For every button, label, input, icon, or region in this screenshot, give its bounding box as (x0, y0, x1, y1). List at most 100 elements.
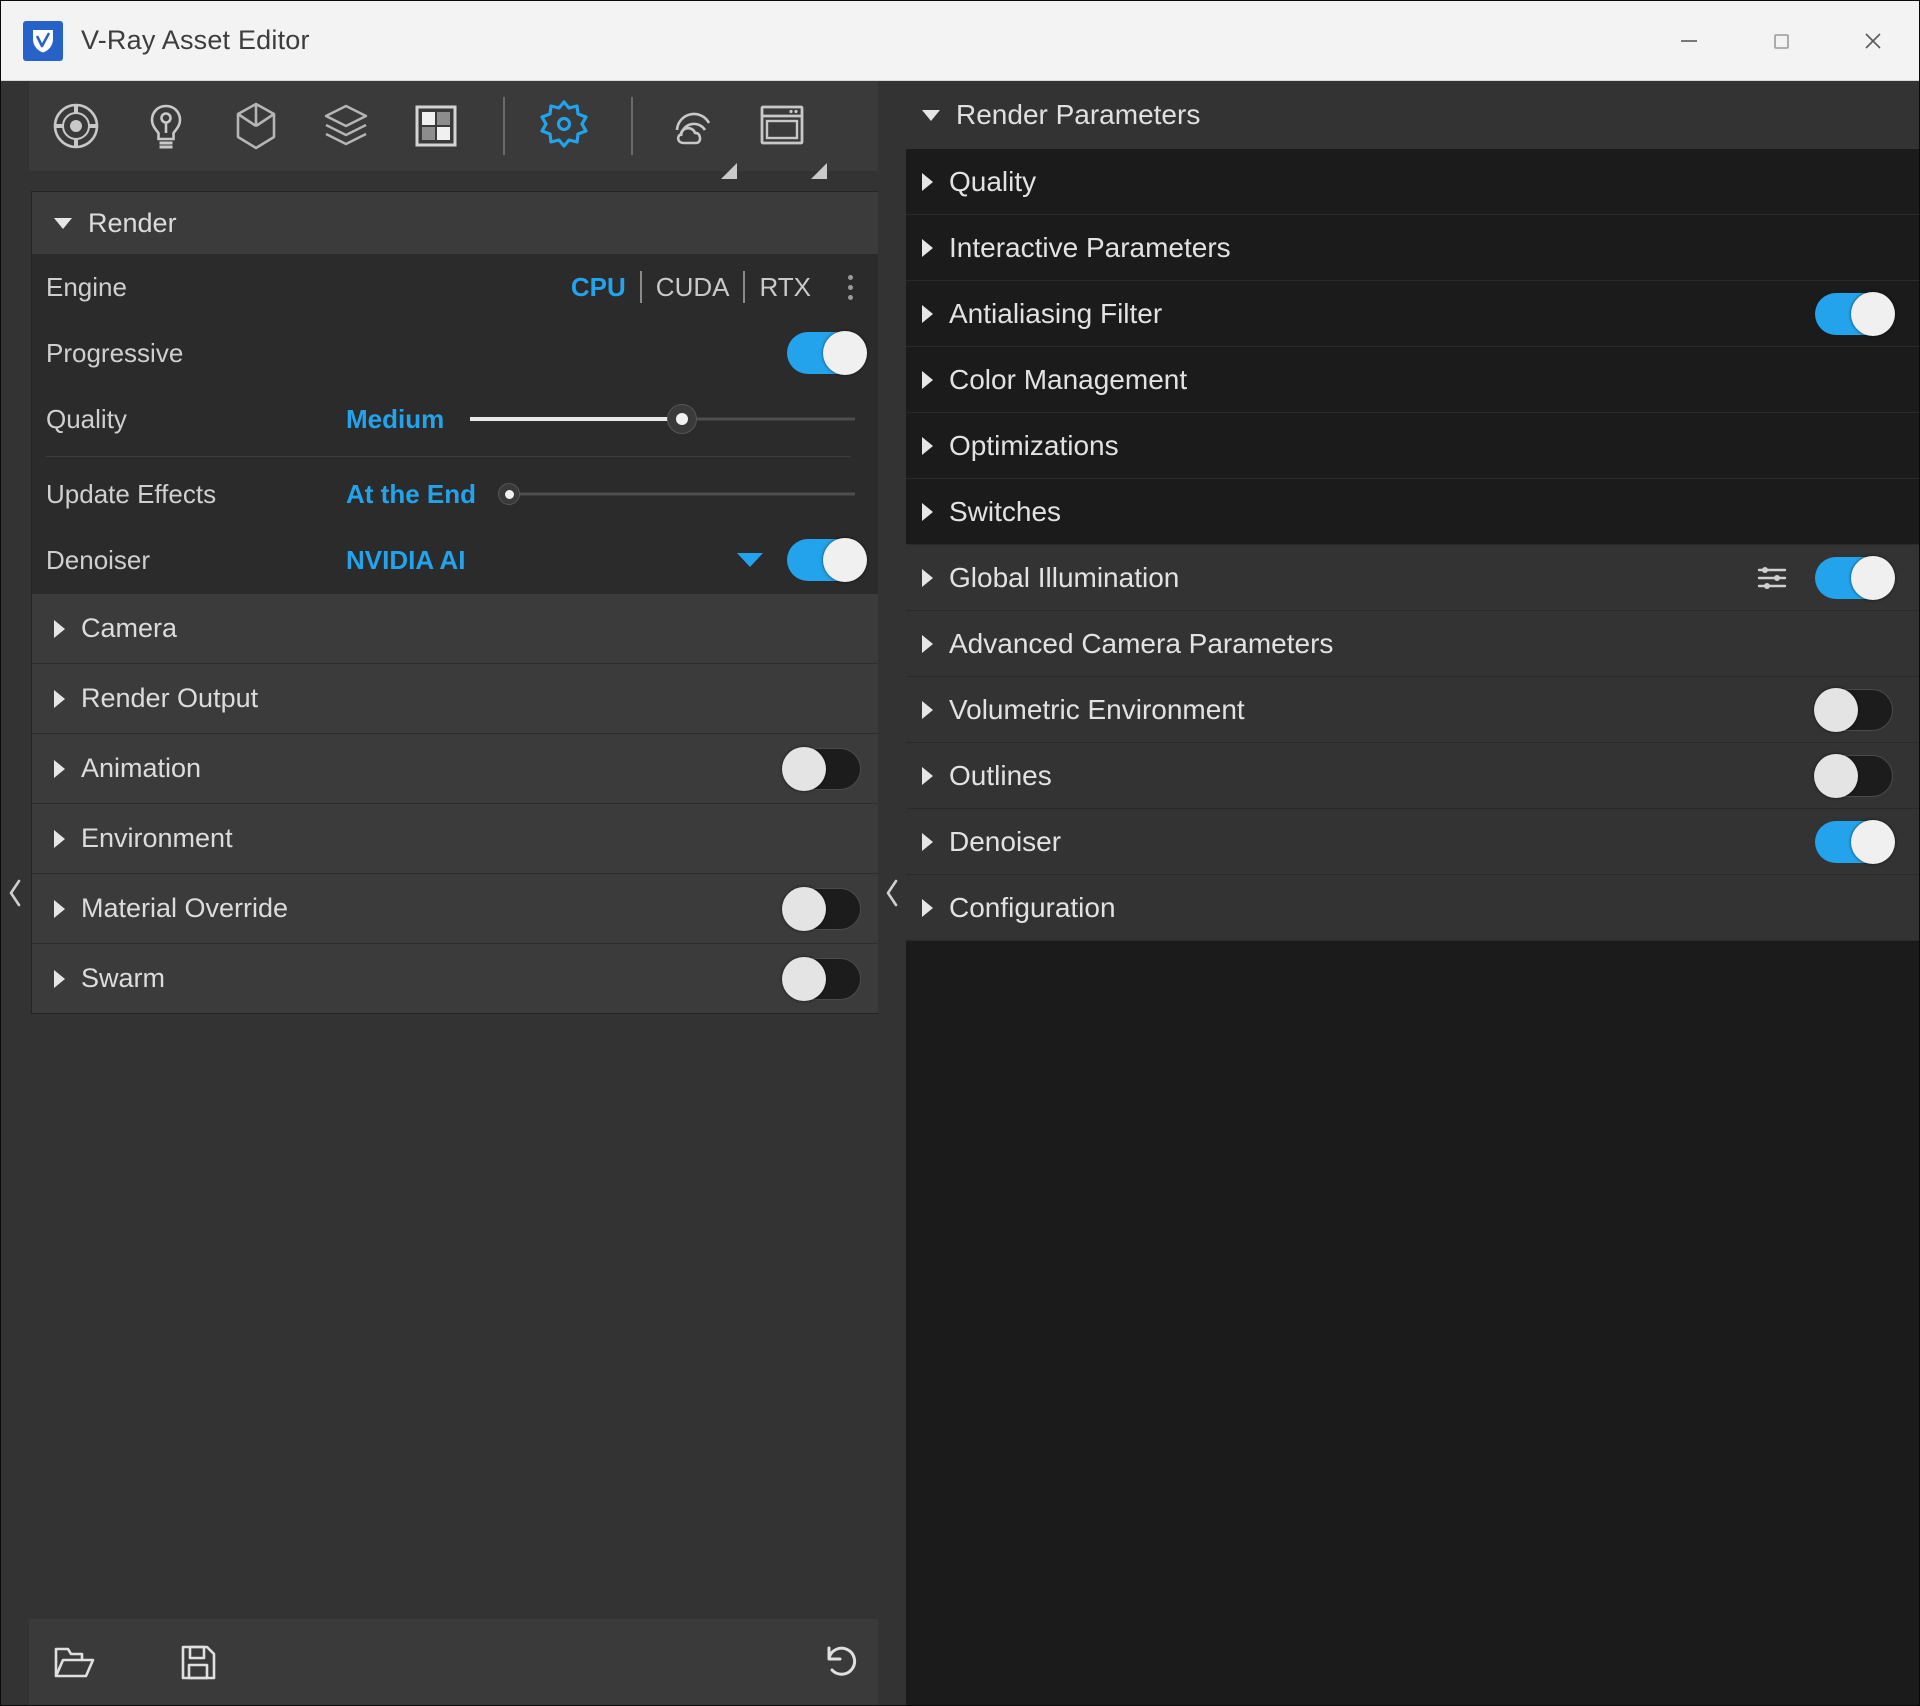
rp-section-configuration[interactable]: Configuration (906, 875, 1919, 941)
section-animation[interactable]: Animation (32, 733, 883, 803)
vray-logo-icon (23, 20, 63, 61)
progressive-label: Progressive (46, 337, 184, 368)
divider (46, 456, 851, 457)
rp-section-volumetric-environment[interactable]: Volumetric Environment (906, 677, 1919, 743)
engine-option-rtx[interactable]: RTX (745, 272, 825, 303)
chevron-right-icon (922, 832, 933, 851)
update-effects-value: At the End (346, 478, 476, 509)
rp-section-global-illumination[interactable]: Global Illumination (906, 545, 1919, 611)
collapse-left-handle[interactable] (1, 81, 29, 1705)
row-update-effects: Update Effects At the End (32, 461, 865, 527)
quality-value: Medium (346, 403, 445, 434)
render-parameters-panel: Render Parameters Quality Interactive Pa… (906, 81, 1919, 1705)
rp-section-optimizations[interactable]: Optimizations (906, 413, 1919, 479)
animation-toggle[interactable] (782, 746, 861, 791)
gi-settings-sliders-icon[interactable] (1755, 561, 1789, 595)
update-effects-label: Update Effects (46, 478, 217, 509)
section-label: Animation (81, 753, 202, 783)
chevron-right-icon (922, 568, 933, 587)
section-header-render-parameters[interactable]: Render Parameters (906, 81, 1919, 149)
lights-bulb-icon[interactable] (135, 95, 197, 157)
chevron-down-icon (922, 109, 940, 121)
chevron-right-icon (54, 689, 65, 708)
rp-section-advanced-camera-parameters[interactable]: Advanced Camera Parameters (906, 611, 1919, 677)
volumetric-environment-toggle[interactable] (1814, 687, 1893, 732)
rp-section-label: Volumetric Environment (949, 693, 1245, 725)
section-label: Material Override (81, 893, 289, 923)
rp-section-label: Antialiasing Filter (949, 297, 1163, 329)
denoiser-label: Denoiser (46, 544, 151, 575)
section-label: Camera (81, 613, 178, 643)
minimize-button[interactable] (1643, 1, 1735, 81)
rp-section-label: Global Illumination (949, 561, 1180, 593)
section-header-render[interactable]: Render (32, 192, 883, 254)
geometry-cube-icon[interactable] (225, 95, 287, 157)
section-swarm[interactable]: Swarm (32, 943, 883, 1013)
section-label: Render Output (81, 683, 259, 713)
section-render-output[interactable]: Render Output (32, 663, 883, 733)
swarm-toggle[interactable] (782, 956, 861, 1001)
rp-section-antialiasing-filter[interactable]: Antialiasing Filter (906, 281, 1919, 347)
section-camera[interactable]: Camera (32, 593, 883, 663)
vfb-window-icon[interactable] (751, 95, 827, 179)
rp-section-label: Denoiser (949, 825, 1062, 857)
textures-grid-icon[interactable] (405, 95, 467, 157)
engine-option-cuda[interactable]: CUDA (642, 272, 744, 303)
rp-section-color-management[interactable]: Color Management (906, 347, 1919, 413)
engine-option-cpu[interactable]: CPU (557, 272, 640, 303)
dropdown-corner-indicator[interactable] (811, 163, 827, 179)
chevron-right-icon (922, 370, 933, 389)
render-section-card: Render Engine CPU CUDA RTX Progressive Q… (31, 191, 884, 1014)
global-illumination-toggle[interactable] (1815, 555, 1895, 600)
update-effects-slider[interactable] (498, 474, 855, 514)
rp-section-quality[interactable]: Quality (906, 149, 1919, 215)
engine-selector: CPU CUDA RTX (557, 271, 865, 303)
outlines-toggle[interactable] (1814, 753, 1893, 798)
render-parameters-title: Render Parameters (956, 99, 1201, 130)
quality-slider[interactable] (470, 399, 855, 439)
rp-section-label: Switches (949, 495, 1062, 527)
vray-asset-editor-window: V-Ray Asset Editor Render Engine CPU CUD… (0, 0, 1920, 1706)
denoiser-section-toggle[interactable] (1815, 819, 1895, 864)
material-override-toggle[interactable] (782, 886, 861, 931)
window-title: V-Ray Asset Editor (81, 25, 310, 55)
antialiasing-filter-toggle[interactable] (1815, 291, 1895, 336)
section-material-override[interactable]: Material Override (32, 873, 883, 943)
section-label: Swarm (81, 963, 166, 993)
rp-section-denoiser[interactable]: Denoiser (906, 809, 1919, 875)
dropdown-corner-indicator[interactable] (721, 163, 737, 179)
section-environment[interactable]: Environment (32, 803, 883, 873)
chevron-down-icon[interactable] (737, 553, 763, 567)
row-quality: Quality Medium (32, 386, 865, 452)
save-floppy-icon[interactable] (169, 1633, 227, 1691)
revert-undo-icon[interactable] (810, 1633, 868, 1691)
rp-section-label: Advanced Camera Parameters (949, 627, 1334, 659)
chevron-right-icon (922, 700, 933, 719)
progressive-toggle[interactable] (787, 331, 867, 375)
kebab-menu-icon[interactable] (837, 274, 863, 300)
close-button[interactable] (1827, 1, 1919, 81)
chevron-right-icon (922, 238, 933, 257)
render-elements-layers-icon[interactable] (315, 95, 377, 157)
section-label: Environment (81, 823, 233, 853)
denoiser-toggle[interactable] (787, 538, 867, 582)
window-body: Render Engine CPU CUDA RTX Progressive Q… (1, 81, 1919, 1705)
chevron-right-icon (922, 502, 933, 521)
chevron-right-icon (54, 829, 65, 848)
chevron-right-icon (54, 969, 65, 988)
window-controls (1643, 1, 1919, 81)
row-engine: Engine CPU CUDA RTX (32, 254, 865, 320)
materials-sphere-icon[interactable] (45, 95, 107, 157)
settings-gear-icon[interactable] (533, 95, 595, 157)
rp-section-label: Configuration (949, 891, 1116, 923)
left-collapsible-sections: Camera Render Output Animation Environme… (32, 593, 883, 1013)
maximize-button[interactable] (1735, 1, 1827, 81)
open-folder-icon[interactable] (45, 1633, 103, 1691)
rp-section-outlines[interactable]: Outlines (906, 743, 1919, 809)
rp-section-label: Quality (949, 165, 1037, 197)
asset-toolbar (1, 81, 906, 179)
cosmos-cloud-icon[interactable] (661, 95, 737, 179)
rp-section-interactive-parameters[interactable]: Interactive Parameters (906, 215, 1919, 281)
collapse-right-handle[interactable] (878, 81, 906, 1705)
rp-section-switches[interactable]: Switches (906, 479, 1919, 545)
